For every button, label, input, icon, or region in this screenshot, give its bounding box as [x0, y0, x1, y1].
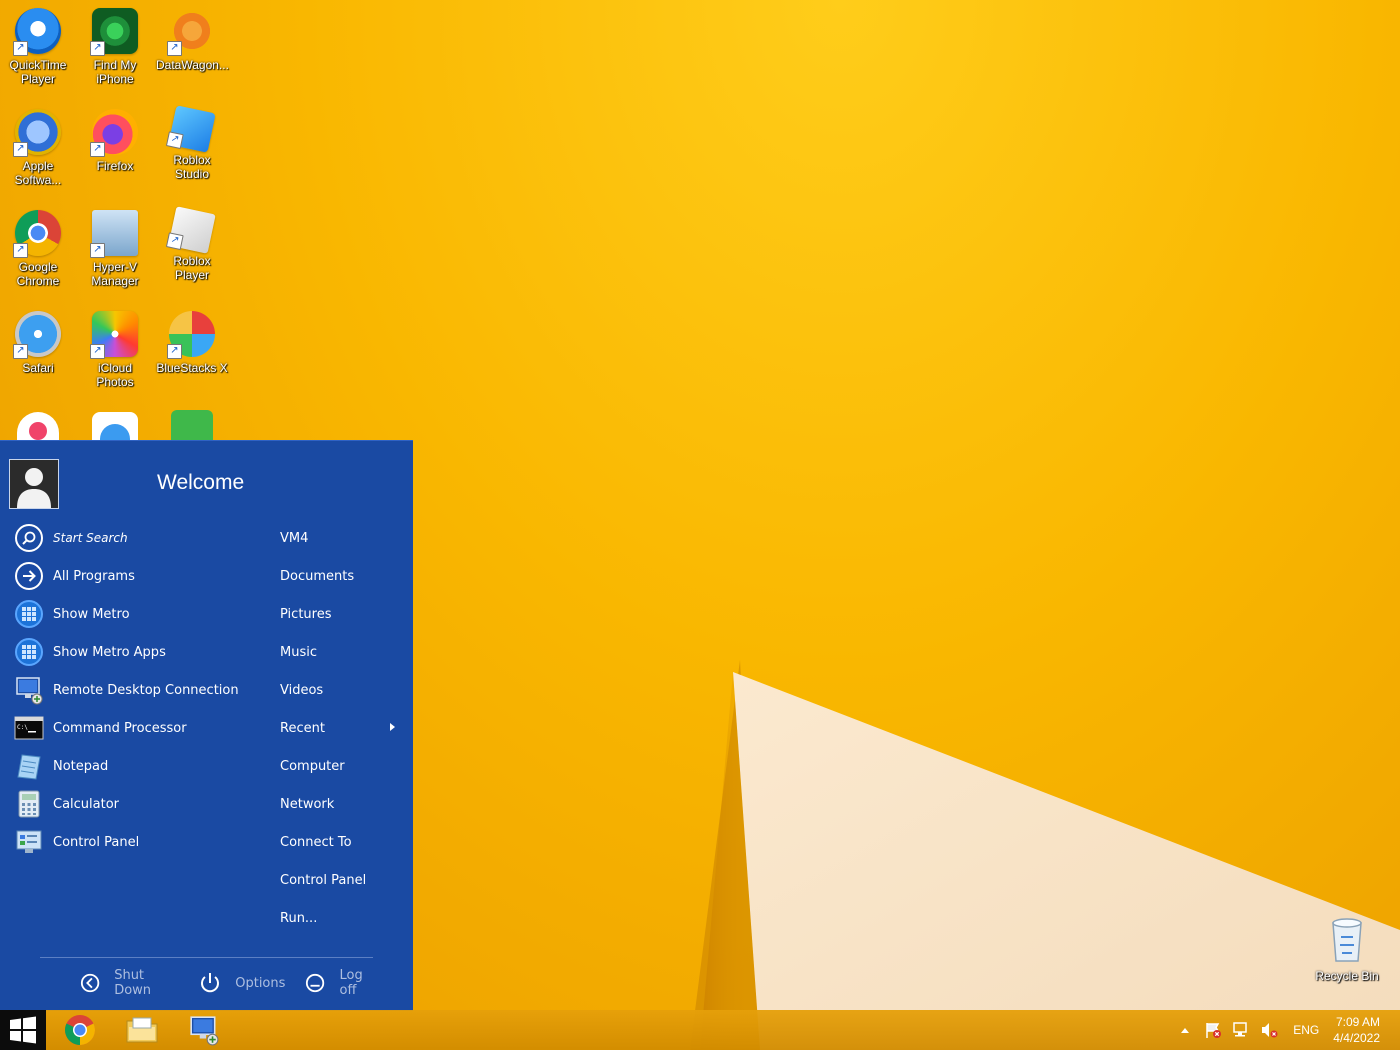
show-metro-apps-item[interactable]: Show Metro Apps [12, 633, 262, 671]
desktop-icon-recycle-bin[interactable]: Recycle Bin [1312, 915, 1382, 983]
start-button[interactable] [0, 1010, 46, 1050]
start-search-item[interactable]: Start Search [12, 519, 262, 557]
bluestacks-icon: ↗ [167, 311, 215, 359]
command-prompt-icon: C:\ [14, 716, 44, 740]
shutdown-icon [80, 973, 100, 993]
desktop-icon-datawagon[interactable]: ↗ DataWagon... [156, 8, 229, 72]
datawagon-icon: ↗ [167, 8, 215, 56]
user-avatar[interactable] [9, 459, 59, 509]
remote-desktop-icon [190, 1016, 219, 1046]
desktop-icon-quicktime[interactable]: ↗ QuickTime Player [2, 8, 74, 86]
power-icon [201, 973, 220, 993]
remote-desktop-icon [16, 677, 43, 705]
desktop-icon-hyper-v[interactable]: ↗ Hyper-V Manager [79, 210, 151, 288]
firefox-icon: ↗ [90, 109, 138, 157]
calculator-item[interactable]: Calculator [12, 785, 262, 823]
desktop-icon-firefox[interactable]: ↗ Firefox [79, 109, 151, 173]
control-panel-left-item[interactable]: Control Panel [12, 823, 262, 861]
apple-software-update-icon: ↗ [13, 109, 61, 157]
all-programs-item[interactable]: All Programs [12, 557, 262, 595]
volume-tray[interactable] [1259, 1020, 1279, 1040]
metro-apps-icon [15, 638, 43, 666]
notepad-icon [17, 754, 41, 780]
desktop-icon-apple-software[interactable]: ↗ Apple Softwa... [2, 109, 74, 187]
desktop-icon-bluestacks[interactable]: ↗ BlueStacks X [156, 311, 228, 375]
start-menu-separator [40, 957, 373, 958]
taskbar-file-explorer[interactable] [122, 1014, 162, 1046]
desktop-icon-roblox-studio[interactable]: ↗ Roblox Studio [156, 105, 228, 181]
user-icon [10, 460, 58, 508]
desktop-icon-roblox-player[interactable]: ↗ Roblox Player [156, 206, 228, 282]
start-menu-left-column: Start Search All Programs Show Metro Sho… [12, 519, 262, 861]
places-item-run[interactable]: Run... [280, 899, 405, 937]
file-explorer-icon [126, 1017, 158, 1043]
places-item-recent[interactable]: Recent [280, 709, 405, 747]
network-tray[interactable] [1231, 1020, 1251, 1040]
quicktime-icon: ↗ [13, 8, 61, 56]
language-indicator[interactable]: ENG [1293, 1023, 1319, 1037]
places-item-connect-to[interactable]: Connect To [280, 823, 405, 861]
terminal-app-icon [171, 410, 213, 440]
chevron-up-icon [1181, 1028, 1190, 1033]
places-item-vm4[interactable]: VM4 [280, 519, 405, 557]
submenu-arrow-icon [390, 723, 395, 731]
shutdown-button[interactable]: Shut Down [80, 968, 179, 998]
start-menu-right-column: VM4 Documents Pictures Music Videos Rece… [280, 519, 405, 937]
find-my-iphone-icon: ↗ [90, 8, 138, 56]
search-icon [15, 524, 43, 552]
chrome-icon [65, 1015, 95, 1045]
control-panel-icon [16, 830, 42, 853]
icloud-icon [92, 412, 138, 440]
taskbar-remote-desktop[interactable] [184, 1014, 224, 1046]
options-button[interactable]: Options [199, 972, 285, 994]
notepad-item[interactable]: Notepad [12, 747, 262, 785]
places-item-documents[interactable]: Documents [280, 557, 405, 595]
show-hidden-icons-button[interactable] [1175, 1020, 1195, 1040]
places-item-music[interactable]: Music [280, 633, 405, 671]
start-menu: Welcome Start Search All Programs Show M… [0, 440, 413, 1011]
welcome-title: Welcome [157, 471, 245, 494]
desktop-icon-find-my-iphone[interactable]: ↗ Find My iPhone [79, 8, 151, 86]
logoff-button[interactable]: Log off [305, 968, 380, 998]
places-item-control-panel[interactable]: Control Panel [280, 861, 405, 899]
system-tray: ENG 7:09 AM 4/4/2022 [1171, 1010, 1400, 1050]
hyper-v-icon: ↗ [90, 210, 138, 258]
places-item-pictures[interactable]: Pictures [280, 595, 405, 633]
clock[interactable]: 7:09 AM 4/4/2022 [1333, 1014, 1380, 1046]
start-menu-power-row: Shut Down Options Log off [80, 968, 400, 998]
svg-text:C:\: C:\ [17, 724, 28, 731]
remote-desktop-item[interactable]: Remote Desktop Connection [12, 671, 262, 709]
windows-logo-icon [10, 1016, 36, 1044]
desktop-icon-icloud-photos[interactable]: ↗ iCloud Photos [79, 311, 151, 389]
action-center-tray[interactable] [1203, 1020, 1223, 1040]
roblox-player-icon: ↗ [165, 206, 216, 254]
taskbar-chrome[interactable] [60, 1014, 100, 1046]
flag-icon [1206, 1023, 1222, 1038]
icloud-photos-icon: ↗ [90, 311, 138, 359]
places-item-videos[interactable]: Videos [280, 671, 405, 709]
taskbar: ENG 7:09 AM 4/4/2022 [0, 1010, 1400, 1050]
roblox-studio-icon: ↗ [165, 105, 216, 153]
arrow-right-icon [15, 562, 43, 590]
safari-icon: ↗ [13, 311, 61, 359]
logoff-icon [306, 973, 325, 993]
volume-muted-icon [1262, 1023, 1278, 1038]
command-processor-item[interactable]: C:\ Command Processor [12, 709, 262, 747]
network-icon [1233, 1022, 1248, 1037]
metro-icon [15, 600, 43, 628]
chrome-icon: ↗ [13, 210, 61, 258]
clock-time: 7:09 AM [1335, 1015, 1380, 1029]
places-item-computer[interactable]: Computer [280, 747, 405, 785]
places-item-network[interactable]: Network [280, 785, 405, 823]
show-metro-item[interactable]: Show Metro [12, 595, 262, 633]
recycle-bin-icon [1332, 918, 1362, 962]
desktop-icon-safari[interactable]: ↗ Safari [2, 311, 74, 375]
desktop-icon-chrome[interactable]: ↗ Google Chrome [2, 210, 74, 288]
calculator-icon [18, 790, 40, 818]
clock-date: 4/4/2022 [1333, 1031, 1380, 1045]
